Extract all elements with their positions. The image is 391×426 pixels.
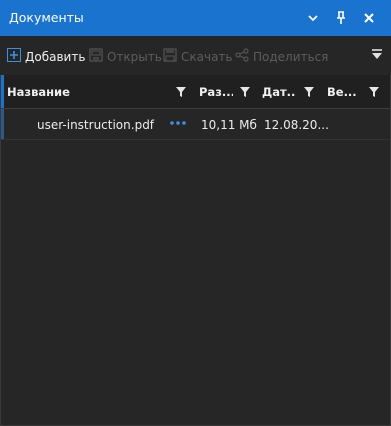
open-file-icon [89,48,103,65]
plus-icon [7,48,21,65]
toolbar: Добавить Открыть Скачать Поделиться [0,39,391,73]
filter-icon[interactable] [304,86,314,97]
column-header-size[interactable]: Раз... [193,75,256,108]
add-button[interactable]: Добавить [7,48,85,65]
title-bar: Документы [0,0,391,36]
overflow-arrow-icon[interactable] [369,47,385,63]
column-header-date[interactable]: Дат... [256,75,321,108]
column-header-version-label: Ве... [327,85,357,99]
open-label: Открыть [107,49,162,64]
download-label: Скачать [181,49,233,64]
file-size: 10,11 Мб [201,118,257,132]
grid-header: Название Раз... Дат... Ве... [1,75,390,109]
column-header-name-label: Название [7,85,70,99]
pin-icon[interactable] [330,6,352,30]
add-label: Добавить [25,49,86,64]
open-button[interactable]: Открыть [89,48,162,65]
file-name[interactable]: user-instruction.pdf [37,118,154,132]
table-row[interactable]: user-instruction.pdf 10,11 Мб 12.08.20..… [1,109,390,140]
save-icon [163,48,177,65]
chevron-down-icon[interactable] [302,6,324,30]
share-button[interactable]: Поделиться [235,48,328,65]
column-header-date-label: Дат... [262,85,296,99]
more-options-icon[interactable] [169,117,187,129]
filter-icon[interactable] [369,86,379,97]
share-label: Поделиться [253,49,329,64]
column-header-version[interactable]: Ве... [321,75,390,108]
row-accent [1,109,4,139]
download-button[interactable]: Скачать [163,48,233,65]
window-title: Документы [9,10,84,25]
filter-icon[interactable] [240,86,250,97]
filter-icon[interactable] [176,86,186,97]
documents-grid: Название Раз... Дат... Ве... user-instr [0,75,391,426]
share-icon [235,48,249,65]
column-header-name[interactable]: Название [1,75,193,108]
file-date: 12.08.20... [264,118,329,132]
column-header-size-label: Раз... [199,85,233,99]
close-icon[interactable] [358,6,380,30]
